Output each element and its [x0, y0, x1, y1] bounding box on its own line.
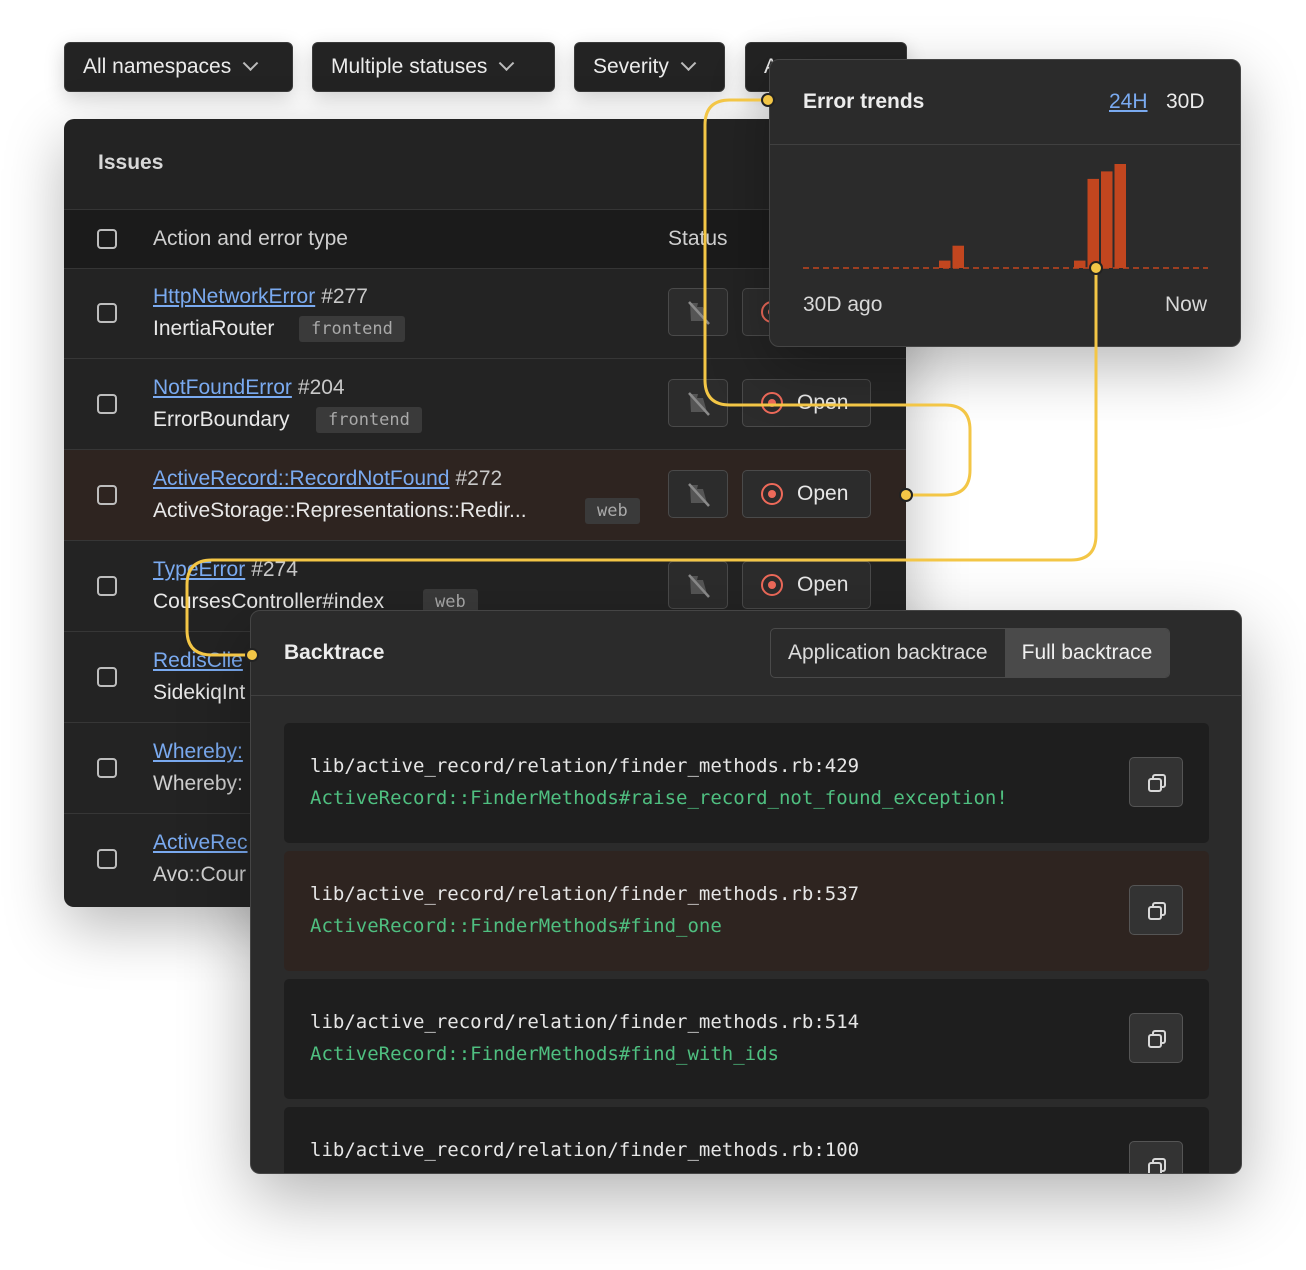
- bell-off-icon: [688, 301, 710, 325]
- row-checkbox[interactable]: [97, 394, 117, 414]
- row-checkbox[interactable]: [97, 576, 117, 596]
- error-type-link[interactable]: RedisClie: [153, 649, 243, 672]
- error-type-link[interactable]: Whereby:: [153, 740, 243, 763]
- error-trends-chart: [803, 164, 1208, 269]
- chart-bar: [1114, 164, 1126, 268]
- error-type-link[interactable]: ActiveRecord::RecordNotFound: [153, 467, 449, 490]
- error-type-link[interactable]: TypeError: [153, 558, 245, 581]
- copy-icon: [1148, 902, 1166, 920]
- action-name: SidekiqInt: [153, 681, 246, 704]
- backtrace-frame: lib/active_record/relation/finder_method…: [284, 851, 1209, 971]
- filter-namespaces[interactable]: All namespaces: [64, 42, 293, 92]
- mute-button[interactable]: [668, 379, 728, 427]
- copy-button[interactable]: [1129, 885, 1183, 935]
- bell-off-icon: [688, 574, 710, 598]
- row-checkbox[interactable]: [97, 303, 117, 323]
- tab-application-backtrace[interactable]: Application backtrace: [771, 629, 1005, 677]
- mute-button[interactable]: [668, 561, 728, 609]
- copy-icon: [1148, 1158, 1166, 1173]
- tab-full-backtrace[interactable]: Full backtrace: [1004, 629, 1170, 677]
- backtrace-frame: lib/active_record/relation/finder_method…: [284, 723, 1209, 843]
- row-checkbox[interactable]: [97, 849, 117, 869]
- issue-number: #277: [321, 285, 368, 308]
- backtrace-toggle: Application backtrace Full backtrace: [770, 628, 1171, 678]
- status-button[interactable]: Open: [742, 470, 871, 518]
- namespace-tag: frontend: [299, 316, 405, 342]
- frame-path: lib/active_record/relation/finder_method…: [310, 883, 860, 905]
- error-type-link[interactable]: NotFoundError: [153, 376, 292, 399]
- chart-bar: [1074, 260, 1086, 268]
- namespace-tag: frontend: [316, 407, 422, 433]
- copy-icon: [1148, 774, 1166, 792]
- status-label: Open: [797, 482, 849, 505]
- copy-button[interactable]: [1129, 757, 1183, 807]
- status-button[interactable]: Open: [742, 379, 871, 427]
- error-type-link[interactable]: ActiveRec: [153, 831, 248, 854]
- open-status-icon: [761, 392, 783, 414]
- filter-statuses-label: Multiple statuses: [331, 55, 488, 78]
- frame-path: lib/active_record/relation/finder_method…: [310, 755, 860, 777]
- mute-button[interactable]: [668, 288, 728, 336]
- backtrace-title: Backtrace: [284, 641, 385, 664]
- range-24h-link[interactable]: 24H: [1109, 90, 1148, 114]
- row-checkbox[interactable]: [97, 667, 117, 687]
- issue-number: #204: [297, 376, 345, 399]
- namespace-tag: web: [585, 498, 640, 524]
- backtrace-frame: lib/active_record/relation/finder_method…: [284, 979, 1209, 1099]
- action-name: ErrorBoundary: [153, 408, 290, 431]
- column-header-action: Action and error type: [153, 227, 348, 250]
- range-end-label: Now: [1164, 293, 1207, 316]
- row-checkbox[interactable]: [97, 758, 117, 778]
- frame-method: ActiveRecord::FinderMethods#raise_record…: [310, 787, 1008, 809]
- range-start-label: 30D ago: [803, 293, 883, 316]
- chart-bar: [952, 245, 964, 268]
- column-header-status: Status: [668, 227, 728, 250]
- action-name: ActiveStorage::Representations::Redir...: [153, 499, 527, 522]
- filter-namespaces-label: All namespaces: [83, 55, 232, 78]
- row-checkbox[interactable]: [97, 485, 117, 505]
- bell-off-icon: [688, 483, 710, 507]
- chart-bar: [939, 260, 951, 268]
- chart-bar: [1087, 178, 1099, 268]
- copy-button[interactable]: [1129, 1013, 1183, 1063]
- frame-path: lib/active_record/relation/finder_method…: [310, 1011, 860, 1033]
- issue-number: #274: [251, 558, 298, 581]
- frame-method: ActiveRecord::FinderMethods#find_one: [310, 915, 722, 937]
- action-name: InertiaRouter: [153, 317, 275, 340]
- chevron-down-icon: [499, 54, 515, 71]
- chevron-down-icon: [680, 54, 697, 71]
- copy-icon: [1148, 1030, 1166, 1048]
- chart-bar: [1101, 171, 1113, 268]
- bell-off-icon: [688, 392, 710, 416]
- issues-title: Issues: [98, 151, 164, 174]
- action-name: Whereby:: [153, 772, 243, 795]
- mute-button[interactable]: [668, 470, 728, 518]
- chevron-down-icon: [242, 54, 259, 71]
- divider: [251, 695, 1241, 696]
- range-30d-link[interactable]: 30D: [1166, 90, 1205, 114]
- backtrace-card: Backtrace Application backtrace Full bac…: [250, 610, 1242, 1174]
- open-status-icon: [761, 483, 783, 505]
- status-button[interactable]: Open: [742, 561, 871, 609]
- copy-button[interactable]: [1129, 1141, 1183, 1173]
- status-label: Open: [797, 391, 849, 414]
- error-type-link[interactable]: HttpNetworkError: [153, 285, 315, 308]
- frame-path: lib/active_record/relation/finder_method…: [310, 1139, 860, 1161]
- status-label: Open: [797, 573, 849, 596]
- action-name: Avo::Cour: [153, 863, 246, 886]
- open-status-icon: [761, 574, 783, 596]
- filter-severity-label: Severity: [593, 55, 669, 78]
- divider: [770, 144, 1240, 145]
- filter-statuses[interactable]: Multiple statuses: [312, 42, 555, 92]
- backtrace-frame: lib/active_record/relation/finder_method…: [284, 1107, 1209, 1173]
- frame-method: ActiveRecord::FinderMethods#find_with_id…: [310, 1043, 779, 1065]
- select-all-checkbox[interactable]: [97, 229, 117, 249]
- filter-severity[interactable]: Severity: [574, 42, 725, 92]
- error-trends-title: Error trends: [803, 90, 925, 113]
- table-row[interactable]: NotFoundError #204 ErrorBoundary frontend…: [64, 359, 906, 450]
- error-trends-card: Error trends 24H 30D 30D ago Now: [769, 59, 1241, 347]
- table-row[interactable]: ActiveRecord::RecordNotFound #272 ActiveS…: [64, 450, 906, 541]
- issue-number: #272: [455, 467, 503, 490]
